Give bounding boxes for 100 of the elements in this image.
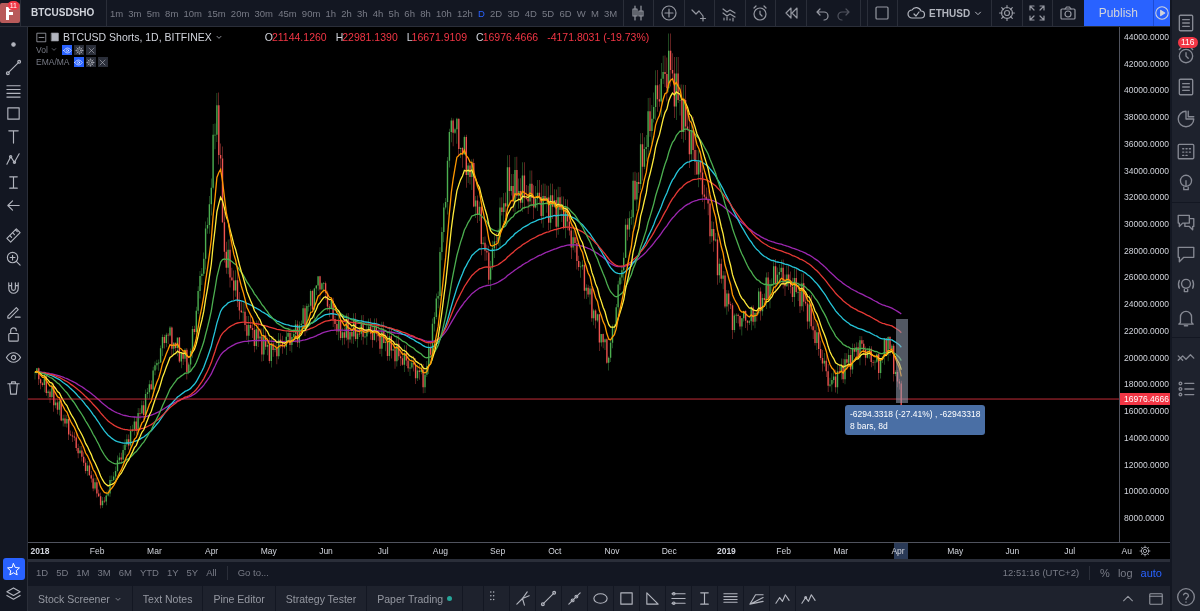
- ohlc-label: H: [335, 31, 344, 43]
- price-change: -4171.8031 (-19.73%): [547, 31, 650, 43]
- interval-button[interactable]: 6D: [556, 0, 575, 26]
- publish-button[interactable]: Publish: [1083, 0, 1153, 26]
- range-button[interactable]: 6M: [114, 567, 136, 578]
- month-label: Oct: [548, 546, 562, 556]
- interval-button[interactable]: 20m: [228, 0, 252, 26]
- price-label: 8000.0000: [1124, 512, 1165, 523]
- symbol-search[interactable]: BTCUSDSHO: [21, 0, 108, 26]
- range-button[interactable]: All: [202, 567, 221, 578]
- month-label: Apr: [205, 546, 219, 556]
- month-label: May: [947, 546, 964, 556]
- month-label: Mar: [833, 546, 849, 556]
- layout-name[interactable]: ETHUSD: [929, 7, 971, 19]
- alert-badge: 116: [1178, 37, 1198, 48]
- interval-button[interactable]: 45m: [275, 0, 300, 26]
- interval-button[interactable]: 8h: [417, 0, 434, 26]
- price-label: 44000.0000: [1124, 32, 1169, 42]
- ohlc-label: L: [406, 31, 413, 43]
- price-label: 28000.0000: [1124, 245, 1169, 256]
- month-label: Nov: [604, 546, 620, 556]
- interval-button[interactable]: 10m: [180, 0, 205, 26]
- interval-button[interactable]: 2h: [338, 0, 355, 26]
- interval-button[interactable]: 8m: [162, 0, 181, 26]
- month-label: Dec: [661, 546, 677, 556]
- scale-button[interactable]: log: [1113, 566, 1137, 579]
- interval-button[interactable]: 5m: [144, 0, 163, 26]
- indicator-name[interactable]: Vol: [36, 45, 59, 55]
- indicator-name[interactable]: EMA/MA: [36, 57, 70, 67]
- price-label: 32000.0000: [1124, 192, 1169, 203]
- range-button[interactable]: 1Y: [162, 567, 183, 578]
- interval-button[interactable]: 5h: [386, 0, 402, 26]
- panel-tab[interactable]: Strategy Tester: [275, 586, 368, 611]
- price-label: 14000.0000: [1124, 432, 1169, 443]
- price-label: 24000.0000: [1124, 299, 1169, 310]
- interval-button[interactable]: 30m: [251, 0, 276, 26]
- bar-count: 8 bars, 8d: [850, 420, 889, 432]
- price-label: 20000.0000: [1124, 352, 1169, 363]
- price-label: 38000.0000: [1124, 112, 1169, 123]
- year-label: 2018: [30, 546, 50, 556]
- price-label: 16000.0000: [1124, 406, 1169, 417]
- range-button[interactable]: 3M: [93, 567, 115, 578]
- month-label: Aug: [432, 546, 448, 556]
- price-label: 26000.0000: [1124, 272, 1169, 283]
- interval-button[interactable]: D: [475, 0, 488, 26]
- range-button[interactable]: 1M: [72, 567, 94, 578]
- range-button[interactable]: 5Y: [182, 567, 203, 578]
- range-button[interactable]: 5D: [52, 567, 73, 578]
- panel-tab[interactable]: Paper Trading: [367, 586, 464, 611]
- interval-button[interactable]: 12h: [454, 0, 476, 26]
- interval-button[interactable]: 6h: [401, 0, 418, 26]
- interval-button[interactable]: 3M: [601, 0, 620, 26]
- month-label: Feb: [776, 546, 791, 556]
- interval-button[interactable]: 3h: [354, 0, 371, 26]
- range-button[interactable]: YTD: [135, 567, 163, 578]
- month-label: Jul: [377, 546, 389, 556]
- interval-button[interactable]: 4D: [522, 0, 540, 26]
- interval-button[interactable]: 15m: [204, 0, 229, 26]
- interval-button[interactable]: 10h: [433, 0, 455, 26]
- interval-button[interactable]: 5D: [539, 0, 557, 26]
- panel-tab[interactable]: Text Notes: [132, 586, 204, 611]
- interval-button[interactable]: 1h: [322, 0, 339, 26]
- interval-button[interactable]: 90m: [299, 0, 323, 26]
- price-label: 18000.0000: [1124, 379, 1169, 390]
- range-button[interactable]: 1D: [32, 567, 53, 578]
- month-label: Jun: [319, 546, 333, 556]
- price-label: 10000.0000: [1124, 486, 1169, 497]
- price-label: 40000.0000: [1124, 85, 1169, 96]
- month-label: Jun: [1005, 546, 1020, 556]
- month-label: Mar: [147, 546, 162, 556]
- scale-button[interactable]: auto: [1136, 566, 1166, 579]
- interval-button[interactable]: 3D: [504, 0, 523, 26]
- year-label: 2019: [716, 546, 736, 556]
- ohlc-value: 21144.1260: [271, 31, 327, 43]
- measure-readout: -6294.3318 (-27.41%) , -62943318: [850, 408, 981, 420]
- interval-button[interactable]: M: [588, 0, 602, 26]
- scale-button[interactable]: %: [1096, 566, 1114, 579]
- interval-button[interactable]: 2D: [487, 0, 505, 26]
- last-price-label: 16976.4666: [1120, 393, 1170, 406]
- ohlc-label: C: [476, 31, 484, 43]
- ohlc-value: 16671.9109: [411, 31, 468, 43]
- month-label: Feb: [89, 546, 105, 556]
- month-label: Sep: [490, 546, 506, 556]
- interval-button[interactable]: 1m: [107, 0, 126, 26]
- interval-button[interactable]: 3m: [125, 0, 145, 26]
- ohlc-value: 22981.1390: [342, 31, 398, 43]
- month-label: Jul: [1064, 546, 1076, 556]
- chart-title[interactable]: BTCUSD Shorts, 1D, BITFINEX: [63, 31, 212, 43]
- price-label: 12000.0000: [1124, 459, 1169, 470]
- goto-button[interactable]: Go to...: [233, 567, 273, 578]
- price-label: 22000.0000: [1124, 325, 1169, 336]
- month-label: May: [260, 546, 277, 556]
- price-label: 30000.0000: [1124, 219, 1169, 230]
- month-label: Apr: [891, 546, 905, 556]
- interval-button[interactable]: 4h: [370, 0, 386, 26]
- price-label: 34000.0000: [1124, 165, 1169, 176]
- month-label: Au: [1121, 546, 1132, 556]
- panel-tab[interactable]: Pine Editor: [203, 586, 276, 611]
- panel-tab[interactable]: Stock Screener: [28, 586, 133, 611]
- interval-button[interactable]: W: [574, 0, 589, 26]
